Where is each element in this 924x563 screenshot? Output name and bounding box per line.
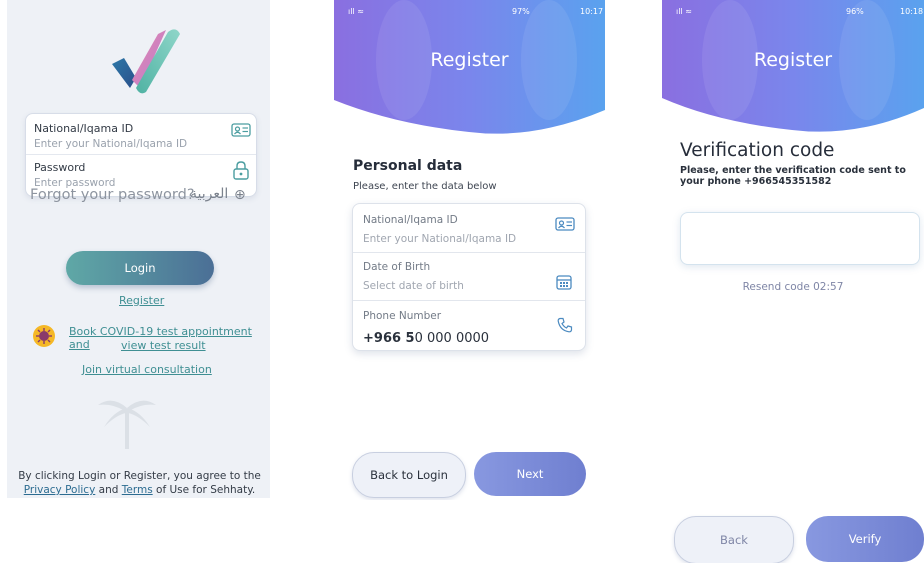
verification-heading: Verification code (680, 140, 835, 161)
phone-placeholder: 0 000 0000 (414, 331, 490, 346)
footer-suffix: of Use for Sehhaty. (156, 484, 256, 496)
login-screen: National/Iqama ID Enter your National/Iq… (7, 0, 270, 498)
national-id-input[interactable]: Enter your National/Iqama ID (363, 233, 516, 245)
privacy-policy-link[interactable]: Privacy Policy (24, 484, 96, 496)
covid-booking-link-line2[interactable]: view test result (121, 339, 206, 352)
verify-button[interactable]: Verify (806, 516, 924, 562)
page-title: Register (753, 49, 833, 71)
login-form-card: National/Iqama ID Enter your National/Iq… (25, 113, 257, 197)
status-time: 10:18 (900, 7, 924, 16)
footer-text: By clicking Login or Register, you agree… (18, 470, 261, 482)
id-card-icon (555, 217, 575, 231)
register-link[interactable]: Register (119, 294, 164, 307)
palm-emblem-icon (98, 400, 156, 449)
sehhaty-logo (112, 29, 180, 94)
dob-label: Date of Birth (363, 261, 431, 273)
id-card-icon (231, 123, 251, 137)
lock-icon[interactable] (232, 160, 250, 180)
password-label: Password (34, 161, 86, 174)
phone-icon (557, 317, 573, 333)
calendar-icon[interactable] (556, 275, 572, 290)
next-button[interactable]: Next (474, 452, 586, 496)
back-to-login-button[interactable]: Back to Login (352, 452, 466, 498)
language-toggle[interactable]: العربية (190, 186, 228, 202)
verification-screen: ıll ≈ 96% 10:18 Register Verification co… (662, 0, 924, 563)
national-id-label: National/Iqama ID (363, 214, 458, 226)
section-title: Personal data (353, 158, 463, 174)
phone-label: Phone Number (363, 310, 442, 322)
dob-input[interactable]: Select date of birth (363, 280, 464, 292)
virtual-consultation-link[interactable]: Join virtual consultation (82, 363, 212, 376)
phone-prefix: +966 5 (363, 331, 415, 346)
forgot-password-link[interactable]: Forgot your password? (30, 187, 195, 203)
personal-data-card: National/Iqama ID Enter your National/Iq… (352, 203, 586, 351)
register-screen: ıll ≈ 97% 10:17 Register Personal data P… (334, 0, 605, 500)
battery-status: 97% (512, 7, 530, 16)
field-divider (353, 252, 585, 253)
signal-icon: ıll ≈ (348, 7, 364, 16)
page-title: Register (430, 49, 509, 71)
verification-instructions: Please, enter the verification code sent… (680, 165, 906, 187)
terms-footer: By clicking Login or Register, you agree… (17, 469, 262, 497)
signal-icon: ıll ≈ (676, 7, 692, 16)
footer-and: and (98, 484, 119, 496)
verification-code-input[interactable] (680, 212, 920, 265)
section-subtitle: Please, enter the data below (353, 181, 497, 192)
field-divider (353, 300, 585, 301)
back-button[interactable]: Back (674, 516, 794, 563)
terms-link[interactable]: Terms (122, 484, 153, 496)
resend-code-timer[interactable]: Resend code 02:57 (662, 281, 924, 293)
status-time: 10:17 (580, 7, 604, 16)
globe-icon: ⊕ (234, 187, 246, 203)
phone-input[interactable]: +966 50 000 0000 (363, 331, 489, 346)
national-id-label: National/Iqama ID (34, 122, 134, 135)
login-button[interactable]: Login (66, 251, 214, 285)
field-divider (26, 154, 256, 155)
battery-status: 96% (846, 7, 864, 16)
national-id-input[interactable]: Enter your National/Iqama ID (34, 138, 187, 150)
covid-virus-icon (33, 325, 55, 347)
